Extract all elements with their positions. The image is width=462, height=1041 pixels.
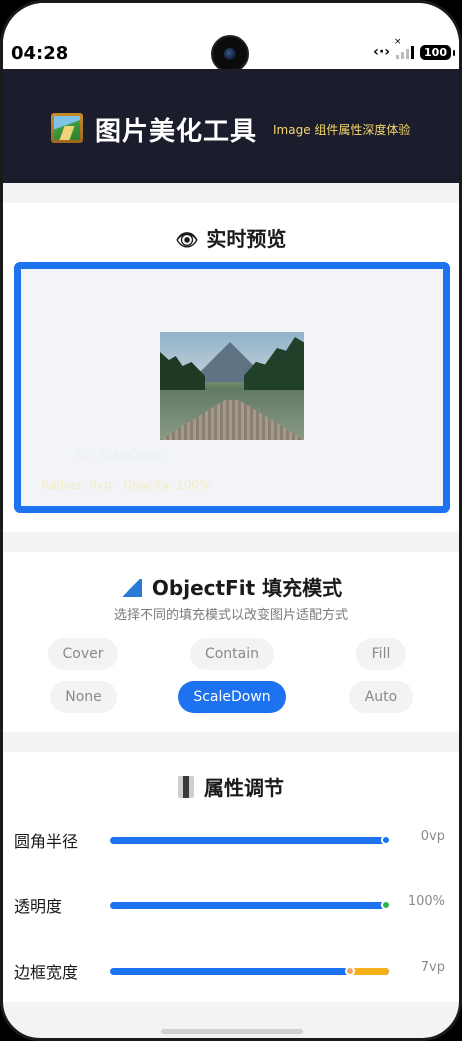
fit-option-auto[interactable]: Auto (349, 681, 413, 713)
border-width-slider[interactable] (110, 966, 389, 976)
opacity-slider-knob[interactable] (381, 900, 391, 910)
eye-icon: 👁 (175, 230, 199, 251)
fit-option-fill[interactable]: Fill (356, 638, 406, 670)
properties-title: 属性调节 (3, 772, 459, 801)
border-width-slider-rest (352, 968, 389, 975)
preview-image (160, 332, 304, 440)
app-subtitle: Image 组件属性深度体验 (273, 123, 411, 137)
attribute-info-overlay: Radius: 0vp · Opacity: 100% (41, 478, 211, 492)
preview-title: 👁 实时预览 (3, 223, 459, 252)
objectfit-description: 选择不同的填充模式以改变图片适配方式 (113, 608, 348, 623)
border-width-value: 7vp (420, 960, 445, 975)
objectfit-title: ObjectFit 填充模式 (3, 572, 459, 601)
opacity-slider[interactable] (110, 900, 391, 910)
fit-mode-overlay: Fit: ScaleDown (76, 448, 165, 462)
status-icons: ‹·› × 100 (373, 37, 455, 60)
property-row-radius: 圆角半径 0vp (3, 825, 459, 855)
fit-option-contain[interactable]: Contain (190, 638, 274, 670)
preview-title-label: 实时预览 (206, 227, 287, 251)
opacity-value: 100% (407, 894, 445, 909)
status-time: 04:28 (11, 43, 69, 64)
border-width-slider-knob[interactable] (344, 966, 355, 976)
opacity-label: 透明度 (14, 897, 63, 916)
picture-frame-icon (51, 113, 83, 143)
signal-icon: × (394, 37, 415, 59)
preview-card: 👁 实时预览 Fit: ScaleDown Radius: 0vp · Opaci… (3, 203, 459, 532)
radius-label: 圆角半径 (14, 832, 79, 851)
adjust-icon (178, 776, 194, 798)
border-width-label: 边框宽度 (14, 963, 79, 982)
app-header: 图片美化工具 Image 组件属性深度体验 (3, 69, 459, 183)
fit-option-none[interactable]: None (50, 681, 117, 713)
app-title: 图片美化工具 (95, 117, 258, 147)
image-preview-frame: Fit: ScaleDown Radius: 0vp · Opacity: 10… (14, 262, 450, 513)
property-row-opacity: 透明度 100% (3, 890, 459, 920)
front-camera (211, 35, 249, 73)
fit-option-scaledown[interactable]: ScaleDown (178, 681, 286, 713)
status-bar: 04:28 ‹·› × 100 (3, 3, 459, 73)
properties-title-label: 属性调节 (204, 776, 284, 800)
property-row-border-width: 边框宽度 7vp (3, 956, 459, 986)
properties-card: 属性调节 圆角半径 0vp 透明度 100% 边框宽度 7vp (3, 752, 459, 1002)
fit-option-cover[interactable]: Cover (48, 638, 118, 670)
network-activity-icon: ‹·› (373, 44, 391, 60)
radius-slider[interactable] (110, 835, 391, 845)
objectfit-card: ObjectFit 填充模式 选择不同的填充模式以改变图片适配方式 Cover … (3, 552, 459, 732)
battery-icon: 100 (420, 44, 455, 60)
radius-slider-knob[interactable] (381, 835, 391, 845)
phone-screen: 04:28 ‹·› × 100 图片美化工具 Image 组件属性深度体验 👁 实… (0, 0, 462, 1041)
radius-value: 0vp (420, 829, 445, 844)
objectfit-title-label: ObjectFit 填充模式 (151, 576, 343, 600)
home-indicator[interactable] (161, 1029, 303, 1034)
triangle-ruler-icon (119, 579, 142, 597)
